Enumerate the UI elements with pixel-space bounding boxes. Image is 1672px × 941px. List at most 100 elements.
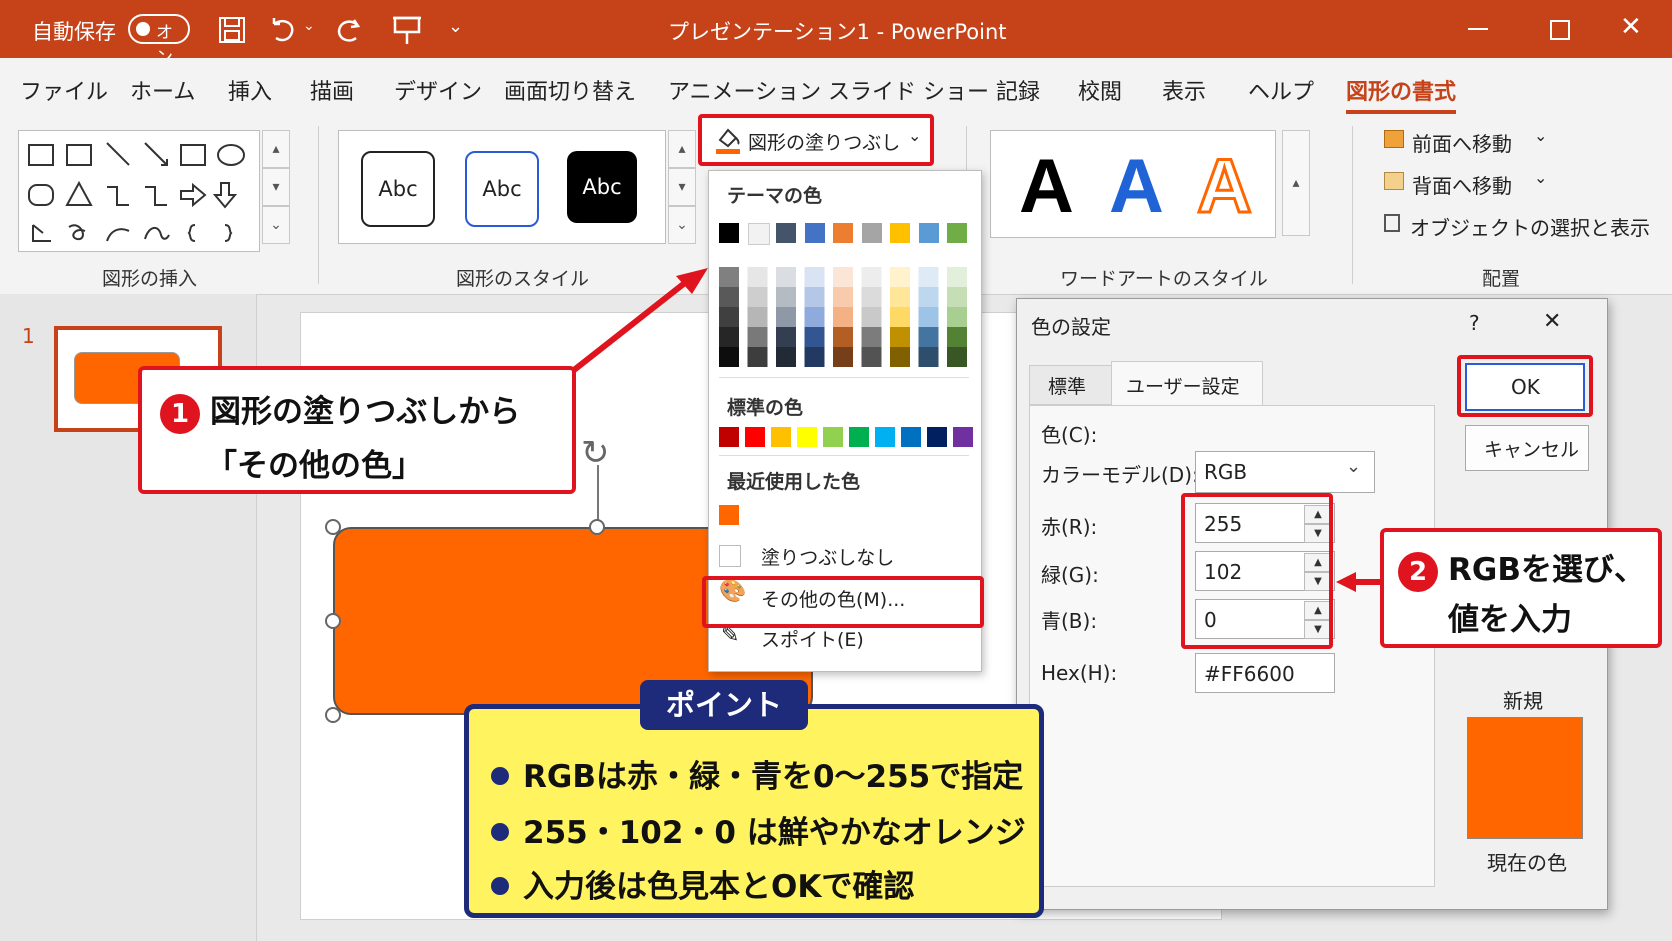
maximize-icon[interactable]: [1550, 20, 1570, 40]
standard-color-swatch[interactable]: [797, 427, 817, 447]
standard-color-swatch[interactable]: [849, 427, 869, 447]
tab-custom[interactable]: ユーザー設定: [1111, 361, 1263, 406]
theme-shade-swatch[interactable]: [833, 327, 853, 347]
cancel-button[interactable]: キャンセル: [1465, 425, 1589, 471]
standard-color-swatch[interactable]: [771, 427, 791, 447]
undo-icon[interactable]: [268, 16, 298, 44]
theme-shade-swatch[interactable]: [719, 327, 739, 347]
autosave-toggle[interactable]: オン: [128, 14, 190, 68]
resize-handle[interactable]: [325, 707, 341, 723]
tab-animations[interactable]: アニメーション: [668, 74, 821, 106]
theme-shade-swatch[interactable]: [804, 287, 825, 307]
dialog-close-icon[interactable]: ✕: [1543, 309, 1561, 334]
theme-shade-swatch[interactable]: [719, 287, 739, 307]
theme-color-swatch[interactable]: [747, 223, 770, 245]
theme-color-swatch[interactable]: [947, 223, 967, 243]
styles-scroll-up[interactable]: ▴: [668, 130, 696, 168]
shapes-scroll-down[interactable]: ▾: [262, 168, 290, 206]
standard-color-swatch[interactable]: [745, 427, 765, 447]
theme-color-swatch[interactable]: [833, 223, 853, 243]
theme-shade-swatch[interactable]: [776, 327, 796, 347]
chevron-down-icon[interactable]: ⌄: [1534, 168, 1547, 187]
tab-review[interactable]: 校閲: [1078, 74, 1122, 106]
theme-color-swatch[interactable]: [890, 223, 910, 243]
rotate-handle-icon[interactable]: ↻: [581, 433, 610, 473]
styles-more[interactable]: ⌄: [668, 206, 696, 244]
customize-icon[interactable]: ⌄: [448, 16, 463, 37]
theme-shade-swatch[interactable]: [918, 267, 939, 287]
theme-color-swatch[interactable]: [719, 223, 739, 243]
shapes-scroll-up[interactable]: ▴: [262, 130, 290, 168]
theme-color-swatch[interactable]: [804, 223, 825, 243]
theme-shade-swatch[interactable]: [719, 307, 739, 327]
theme-shade-swatch[interactable]: [804, 327, 825, 347]
theme-shade-swatch[interactable]: [861, 287, 882, 307]
eyedropper-item[interactable]: スポイト(E): [761, 625, 864, 652]
theme-shade-swatch[interactable]: [776, 287, 796, 307]
theme-shade-swatch[interactable]: [947, 307, 967, 327]
tab-standard[interactable]: 標準: [1029, 365, 1113, 405]
theme-shade-swatch[interactable]: [804, 347, 825, 367]
theme-shade-swatch[interactable]: [861, 267, 882, 287]
help-icon[interactable]: ?: [1469, 311, 1480, 335]
standard-color-swatch[interactable]: [719, 427, 739, 447]
style-sample-1[interactable]: Abc: [361, 151, 435, 227]
standard-color-swatch[interactable]: [901, 427, 921, 447]
standard-color-swatch[interactable]: [927, 427, 947, 447]
theme-colors-shades[interactable]: [717, 267, 977, 367]
tab-transitions[interactable]: 画面切り替え: [504, 74, 636, 106]
theme-shade-swatch[interactable]: [833, 307, 853, 327]
theme-shade-swatch[interactable]: [776, 347, 796, 367]
chevron-down-icon[interactable]: ⌄: [1534, 126, 1547, 145]
save-icon[interactable]: [218, 16, 246, 44]
tab-record[interactable]: 記録: [996, 74, 1040, 106]
theme-color-swatch[interactable]: [918, 223, 939, 243]
selection-pane-button[interactable]: オブジェクトの選択と表示: [1410, 212, 1650, 241]
wordart-gallery[interactable]: A A A: [990, 130, 1276, 238]
theme-shade-swatch[interactable]: [918, 327, 939, 347]
style-sample-3[interactable]: Abc: [567, 151, 637, 223]
theme-shade-swatch[interactable]: [747, 287, 768, 307]
theme-shade-swatch[interactable]: [890, 327, 910, 347]
resize-handle[interactable]: [589, 519, 605, 535]
tab-help[interactable]: ヘルプ: [1248, 74, 1314, 106]
hex-input[interactable]: #FF6600: [1195, 653, 1335, 693]
bring-forward-button[interactable]: 前面へ移動: [1412, 128, 1512, 157]
redo-icon[interactable]: [334, 16, 364, 46]
send-backward-button[interactable]: 背面へ移動: [1412, 170, 1512, 199]
theme-shade-swatch[interactable]: [719, 347, 739, 367]
theme-shade-swatch[interactable]: [861, 307, 882, 327]
tab-view[interactable]: 表示: [1162, 74, 1206, 106]
theme-shade-swatch[interactable]: [947, 287, 967, 307]
theme-shade-swatch[interactable]: [747, 307, 768, 327]
tab-slideshow[interactable]: スライド ショー: [828, 74, 989, 106]
theme-shade-swatch[interactable]: [918, 287, 939, 307]
standard-color-swatch[interactable]: [875, 427, 895, 447]
color-model-select[interactable]: RGB ⌄: [1195, 451, 1375, 493]
recent-color-swatch[interactable]: [719, 505, 739, 525]
theme-shade-swatch[interactable]: [861, 327, 882, 347]
theme-shade-swatch[interactable]: [918, 347, 939, 367]
shape-styles-gallery[interactable]: Abc Abc Abc: [338, 130, 666, 244]
shapes-more[interactable]: ⌄: [262, 206, 290, 244]
tab-design[interactable]: デザイン: [394, 74, 482, 106]
theme-shade-swatch[interactable]: [833, 287, 853, 307]
standard-color-swatch[interactable]: [823, 427, 843, 447]
theme-shade-swatch[interactable]: [804, 307, 825, 327]
tab-shape-format[interactable]: 図形の書式: [1346, 74, 1457, 114]
theme-shade-swatch[interactable]: [747, 267, 768, 287]
wordart-sample-3[interactable]: A: [1196, 143, 1254, 231]
tab-file[interactable]: ファイル: [20, 74, 108, 106]
present-icon[interactable]: [392, 14, 422, 46]
undo-dropdown-icon[interactable]: ⌄: [303, 18, 315, 34]
theme-color-swatch[interactable]: [861, 223, 882, 243]
theme-shade-swatch[interactable]: [719, 267, 739, 287]
theme-shade-swatch[interactable]: [947, 347, 967, 367]
style-sample-2[interactable]: Abc: [465, 151, 539, 227]
theme-shade-swatch[interactable]: [776, 307, 796, 327]
wordart-sample-1[interactable]: A: [1019, 143, 1074, 230]
tab-draw[interactable]: 描画: [310, 74, 354, 106]
theme-shade-swatch[interactable]: [833, 267, 853, 287]
theme-shade-swatch[interactable]: [861, 347, 882, 367]
theme-shade-swatch[interactable]: [947, 327, 967, 347]
